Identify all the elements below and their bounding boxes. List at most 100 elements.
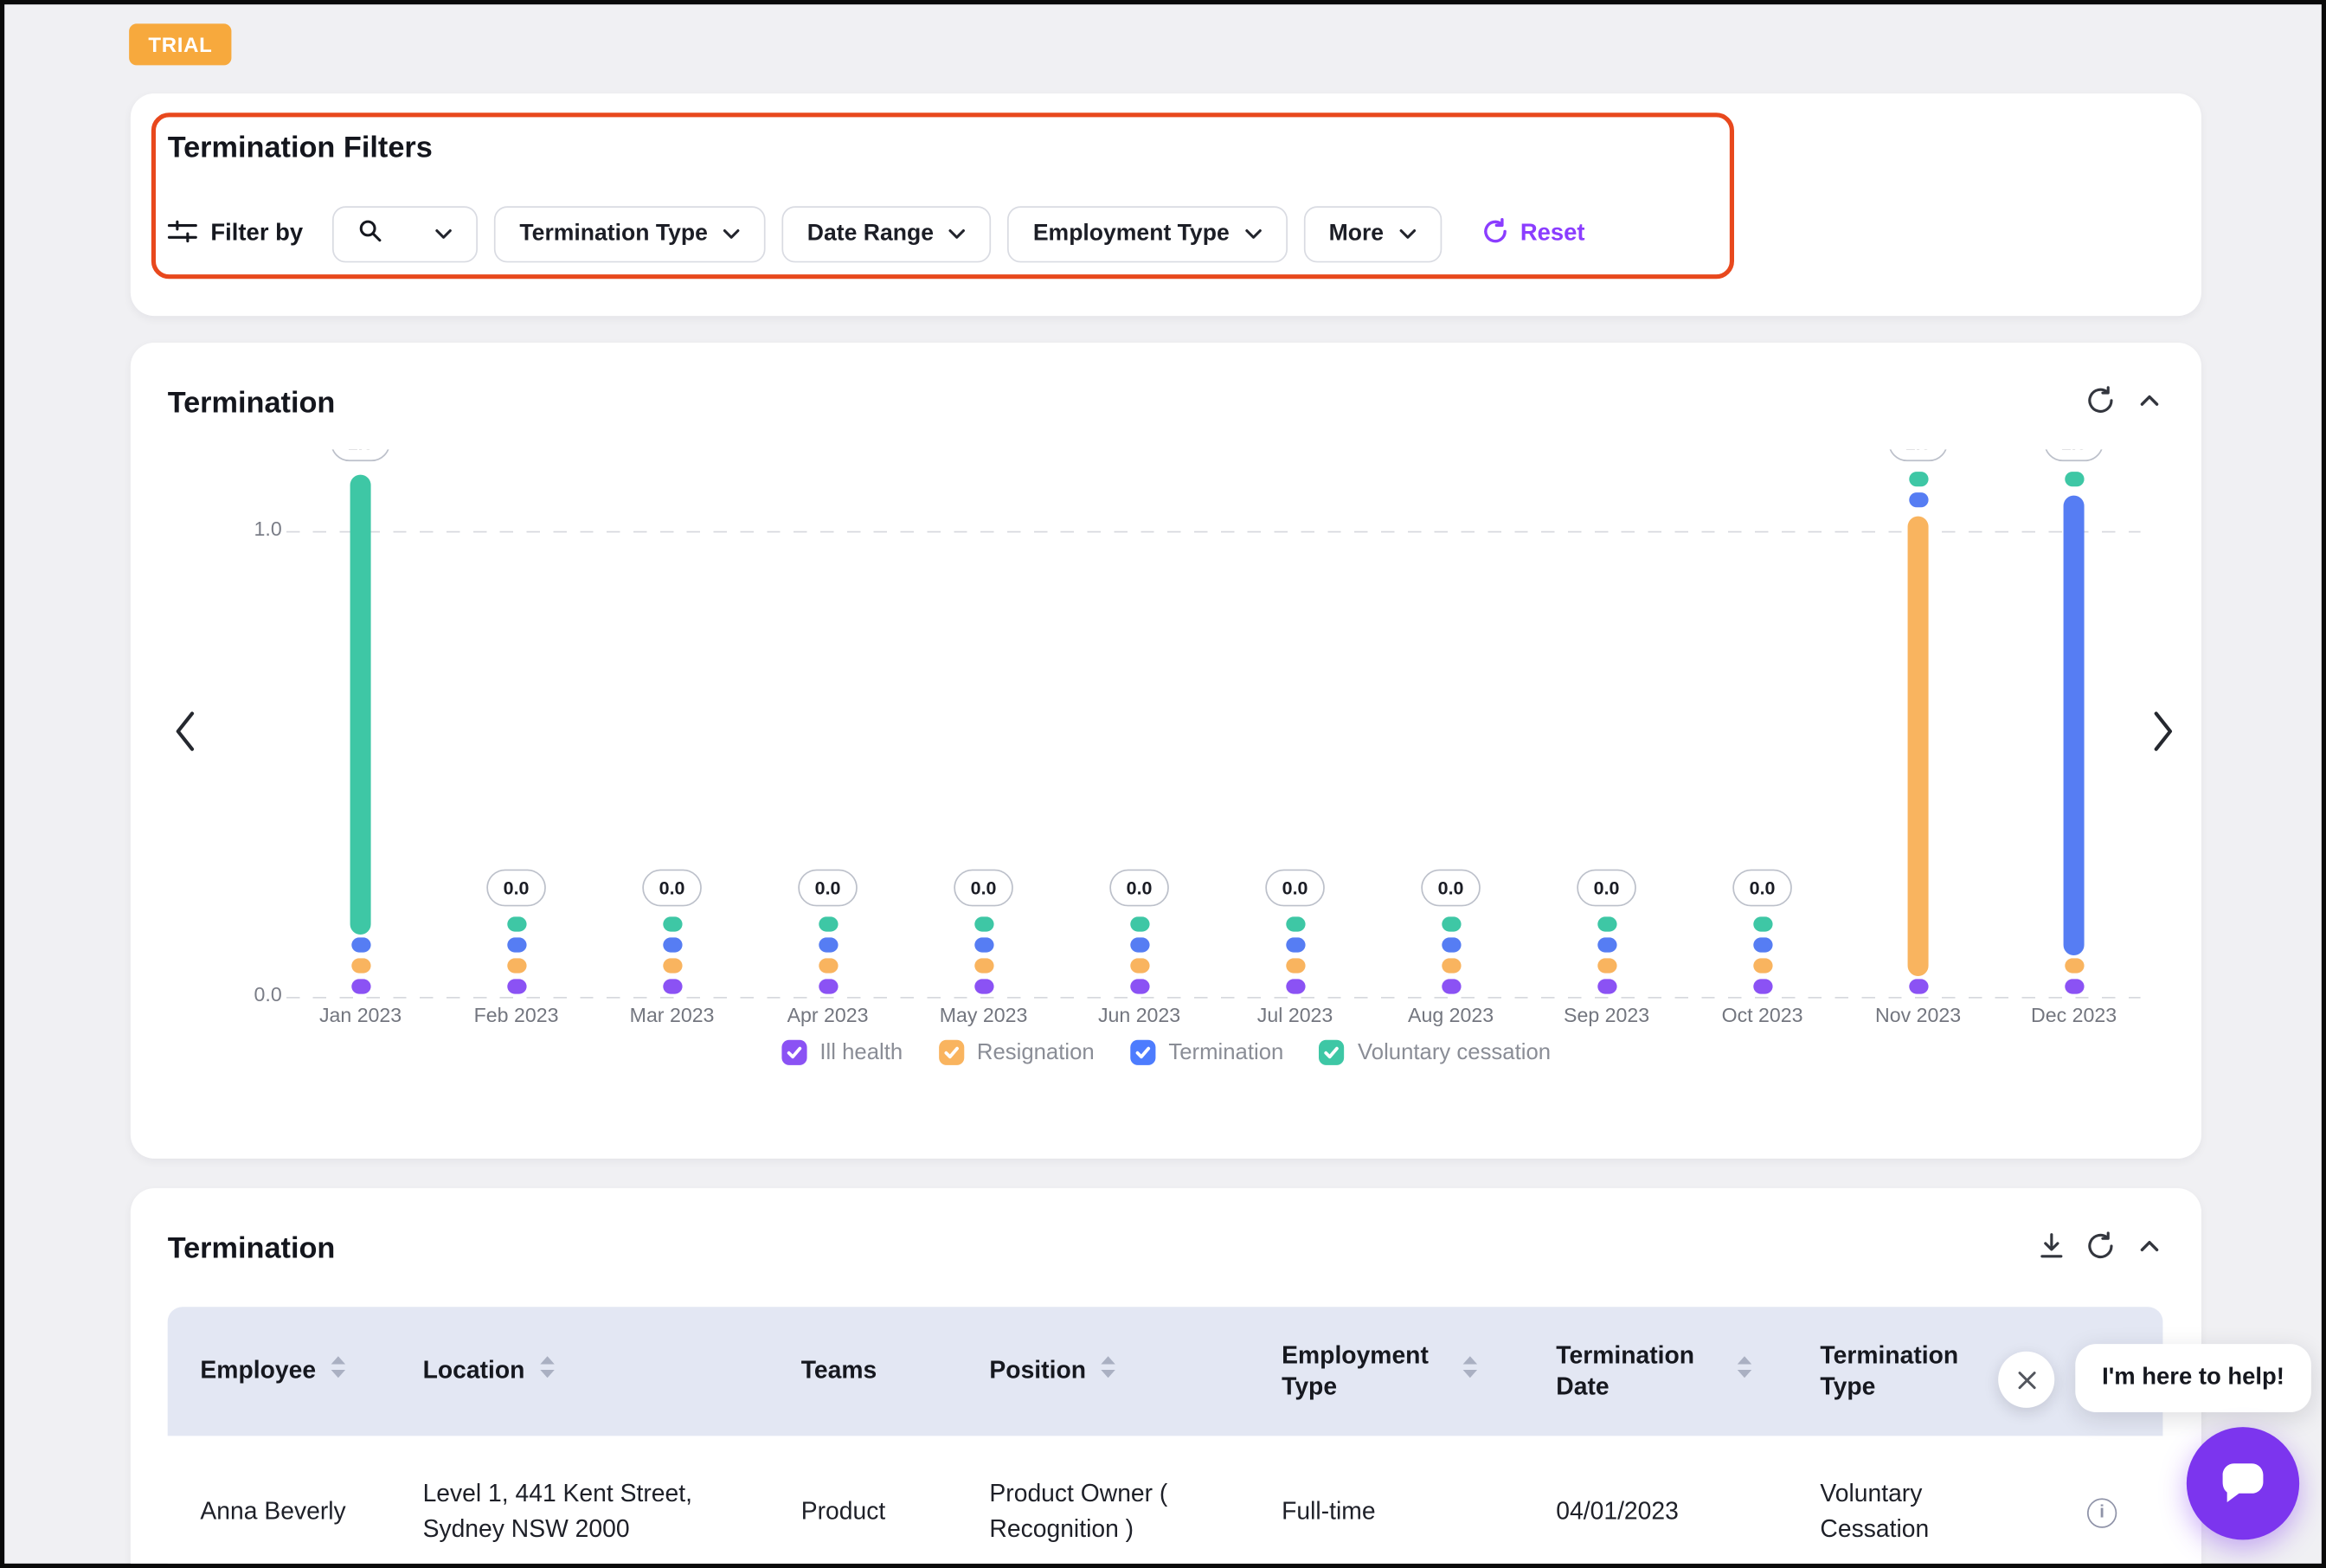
dot-voluntary-cessation: [506, 916, 525, 931]
bar-resignation: [1908, 517, 1929, 976]
column-header-position[interactable]: Position: [957, 1307, 1250, 1436]
sort-icon: [1736, 1354, 1754, 1388]
column-header-employee[interactable]: Employee: [168, 1307, 390, 1436]
chart-xlabels: Jan 2023Feb 2023Mar 2023Apr 2023May 2023…: [286, 1005, 2141, 1031]
chevron-down-icon: [723, 221, 741, 247]
chart-next-arrow[interactable]: [2151, 709, 2176, 758]
dot-termination: [818, 937, 837, 952]
dot-voluntary-cessation: [1597, 916, 1616, 931]
termination-filters-card: Termination Filters Filter by: [131, 93, 2201, 316]
filter-dropdown-termination-type[interactable]: Termination Type: [494, 206, 766, 262]
column-header-label: Teams: [801, 1356, 877, 1386]
table-header-row: Employee Location Teams PositionEmployment …: [168, 1307, 2163, 1436]
value-label: 0.0: [1577, 870, 1636, 907]
refresh-icon[interactable]: [2083, 1228, 2118, 1263]
dropdown-label: Employment Type: [1033, 221, 1230, 247]
legend-ill-health[interactable]: Ill health: [781, 1040, 903, 1065]
column-header-employment-type[interactable]: Employment Type: [1249, 1307, 1523, 1436]
dot-ill-health: [350, 979, 369, 993]
dot-resignation: [818, 958, 837, 973]
column-header-termination-date[interactable]: Termination Date: [1524, 1307, 1788, 1436]
x-axis-label: Feb 2023: [439, 1005, 593, 1027]
dot-ill-health: [1752, 979, 1771, 993]
cell-employee: Anna Beverly: [168, 1495, 390, 1531]
filter-dropdown-date-range[interactable]: Date Range: [782, 206, 992, 262]
filter-by-label: Filter by: [210, 221, 303, 247]
bar-voluntary-cessation: [350, 475, 371, 935]
filter-dropdown-employment-type[interactable]: Employment Type: [1008, 206, 1288, 262]
legend-termination[interactable]: Termination: [1130, 1040, 1284, 1065]
reset-filters-button[interactable]: Reset: [1481, 217, 1584, 251]
column-header-teams: Teams: [768, 1307, 957, 1436]
x-axis-label: May 2023: [906, 1005, 1060, 1027]
chat-launcher-button[interactable]: [2187, 1427, 2299, 1539]
cell-employment-type: Full-time: [1249, 1495, 1523, 1531]
x-axis-label: Sep 2023: [1529, 1005, 1683, 1027]
info-icon[interactable]: [2087, 1498, 2117, 1527]
table-body: Anna BeverlyLevel 1, 441 Kent Street, Sy…: [168, 1436, 2163, 1568]
value-label: 0.0: [1109, 870, 1169, 907]
download-icon[interactable]: [2034, 1228, 2069, 1263]
dropdown-label: Termination Type: [519, 221, 708, 247]
legend-voluntary-cessation[interactable]: Voluntary cessation: [1319, 1040, 1551, 1065]
chevron-down-icon: [1244, 221, 1263, 247]
collapse-icon[interactable]: [2131, 1228, 2167, 1263]
table-row: Anna BeverlyLevel 1, 441 Kent Street, Sy…: [168, 1436, 2163, 1568]
value-label: 0.0: [642, 870, 702, 907]
x-axis-label: Dec 2023: [1996, 1005, 2150, 1027]
dot-resignation: [1129, 958, 1148, 973]
column-header-label: Termination Type: [1820, 1341, 1986, 1403]
trial-badge: TRIAL: [129, 23, 232, 65]
value-label: 1.0: [2044, 449, 2104, 461]
dot-resignation: [350, 958, 369, 973]
column-header-label: Location: [423, 1356, 525, 1386]
search-filter-dropdown[interactable]: [332, 206, 478, 262]
x-axis-label: Nov 2023: [1841, 1005, 1995, 1027]
dot-ill-health: [506, 979, 525, 993]
filter-dropdown-more[interactable]: More: [1303, 206, 1442, 262]
dot-termination: [1129, 937, 1148, 952]
chart-title: Termination: [168, 387, 336, 421]
dot-termination: [973, 937, 993, 952]
column-header-location[interactable]: Location: [390, 1307, 768, 1436]
dot-ill-health: [2064, 979, 2083, 993]
x-axis-label: Apr 2023: [750, 1005, 904, 1027]
dropdown-label: Date Range: [807, 221, 934, 247]
x-axis-label: Jul 2023: [1218, 1005, 1372, 1027]
x-axis-label: Mar 2023: [594, 1005, 749, 1027]
dot-ill-health: [1129, 979, 1148, 993]
bar-termination: [2064, 496, 2085, 955]
reset-icon: [1481, 217, 1508, 251]
value-label: 0.0: [1732, 870, 1792, 907]
dot-termination: [506, 937, 525, 952]
legend-resignation[interactable]: Resignation: [938, 1040, 1094, 1065]
dot-voluntary-cessation: [973, 916, 993, 931]
dot-voluntary-cessation: [1129, 916, 1148, 931]
dot-termination: [350, 937, 369, 952]
chevron-down-icon: [435, 221, 453, 247]
column-header-label: Termination Date: [1556, 1341, 1722, 1403]
cell-actions: [2041, 1498, 2163, 1527]
table-title: Termination: [168, 1233, 336, 1267]
x-axis-label: Oct 2023: [1685, 1005, 1839, 1027]
dot-termination: [1908, 492, 1927, 507]
value-label: 1.0: [1888, 449, 1948, 461]
sort-icon: [538, 1354, 556, 1388]
chevron-down-icon: [1398, 221, 1417, 247]
chart-legend: Ill health Resignation Termination Voluntar…: [131, 1040, 2201, 1065]
refresh-icon[interactable]: [2083, 382, 2118, 418]
filter-by-label-group: Filter by: [168, 219, 303, 250]
y-tick-max: 1.0: [222, 517, 282, 540]
dot-voluntary-cessation: [662, 916, 681, 931]
column-header-label: Employee: [200, 1356, 316, 1386]
chat-tooltip-close-button[interactable]: [1998, 1352, 2054, 1408]
gridline-0: [286, 997, 2141, 999]
dot-termination: [1285, 937, 1304, 952]
dot-resignation: [973, 958, 993, 973]
sliders-icon: [168, 219, 197, 250]
x-axis-label: Aug 2023: [1373, 1005, 1527, 1027]
dot-resignation: [1285, 958, 1304, 973]
chevron-down-icon: [948, 221, 967, 247]
chart-prev-arrow[interactable]: [172, 709, 197, 758]
collapse-icon[interactable]: [2131, 382, 2167, 418]
